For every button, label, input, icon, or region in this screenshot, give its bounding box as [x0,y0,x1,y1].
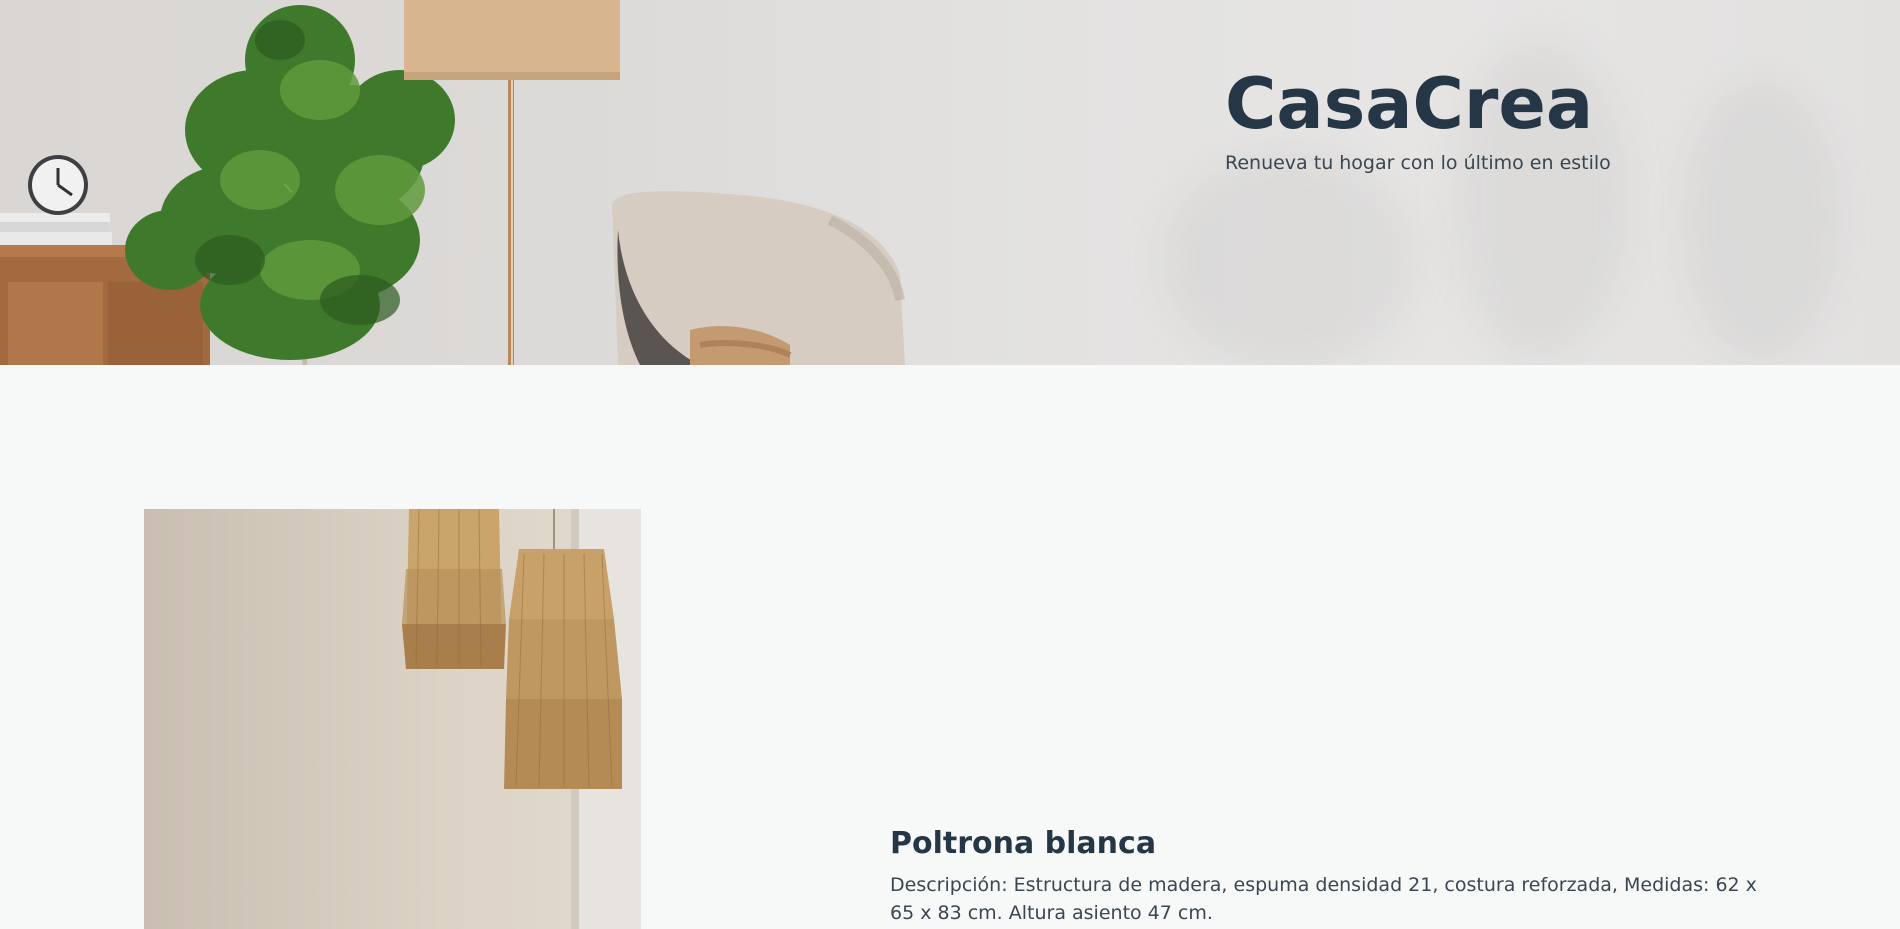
brand-title: CasaCrea [1225,63,1594,145]
hero-image [0,0,905,365]
product-image [144,509,641,929]
wall-shadow [1160,150,1420,365]
product-info: Poltrona blanca Descripción: Estructura … [890,825,1770,927]
product-description: Descripción: Estructura de madera, espum… [890,874,1757,924]
clock-icon [28,155,88,215]
pendant-lamp [402,509,506,669]
wall-shadow [1680,80,1840,360]
brand-block: CasaCrea Renueva tu hogar con lo último … [1225,62,1611,174]
brand-tagline: Renueva tu hogar con lo último en estilo [1225,152,1611,174]
pendant-lamp-photo [144,509,641,929]
product-name: Poltrona blanca [890,826,1157,861]
hero-banner: CasaCrea Renueva tu hogar con lo último … [0,0,1900,365]
pendant-lamp [504,549,622,789]
